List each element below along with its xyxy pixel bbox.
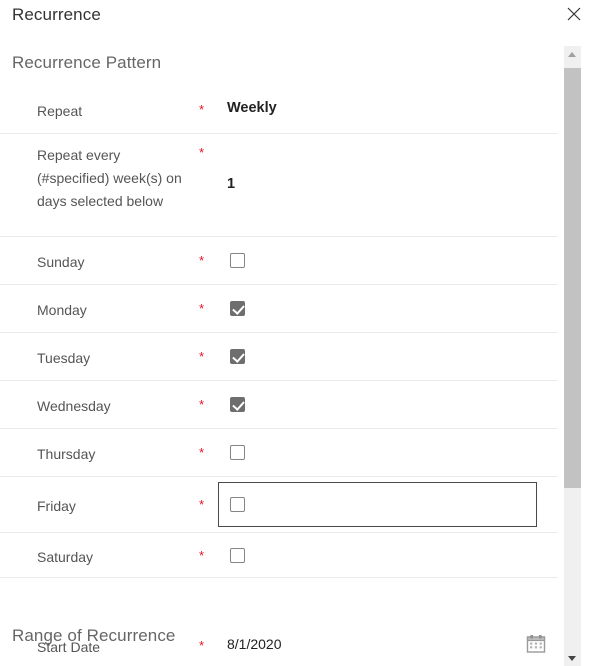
close-button[interactable] [558, 0, 590, 28]
required-asterisk: * [199, 145, 205, 160]
field-label-friday: Friday [37, 498, 76, 514]
field-label-thursday: Thursday [37, 446, 96, 462]
field-row-sunday: Sunday * [0, 237, 558, 285]
field-label-monday: Monday [37, 302, 87, 318]
required-asterisk: * [199, 638, 205, 653]
field-row-friday: Friday * [0, 477, 558, 533]
required-asterisk: * [199, 349, 205, 364]
required-asterisk: * [199, 397, 205, 412]
required-asterisk: * [199, 445, 205, 460]
checkbox-saturday[interactable] [230, 548, 245, 563]
required-asterisk: * [199, 253, 205, 268]
scrollbar-thumb[interactable] [564, 68, 581, 488]
field-row-repeat: Repeat * Weekly [0, 86, 558, 134]
field-label-tuesday: Tuesday [37, 350, 91, 366]
field-label-wednesday: Wednesday [37, 398, 111, 414]
checkbox-friday[interactable] [230, 497, 245, 512]
required-asterisk: * [199, 497, 205, 512]
section-heading-recurrence-pattern: Recurrence Pattern [12, 53, 162, 72]
field-label-saturday: Saturday [37, 549, 94, 565]
field-row-wednesday: Wednesday * [0, 381, 558, 429]
calendar-icon[interactable] [525, 633, 547, 655]
checkbox-wednesday[interactable] [230, 397, 245, 412]
recurrence-dialog: Recurrence Recurrence Pattern Repeat * W… [0, 0, 603, 666]
checkbox-thursday[interactable] [230, 445, 245, 460]
checkbox-monday[interactable] [230, 301, 245, 316]
scroll-down-button[interactable] [564, 649, 581, 666]
field-row-saturday: Saturday * [0, 533, 558, 578]
checkbox-tuesday[interactable] [230, 349, 245, 364]
field-value-start-date[interactable]: 8/1/2020 [227, 636, 282, 652]
close-icon [567, 7, 581, 21]
required-asterisk: * [199, 102, 205, 117]
dialog-scroll-region: Recurrence Pattern Repeat * Weekly Repea… [0, 40, 603, 666]
field-value-repeat[interactable]: Weekly [227, 100, 277, 116]
field-row-start-date: Start Date * 8/1/2020 [0, 622, 558, 666]
field-label-repeat: Repeat [37, 103, 83, 119]
scroll-up-button[interactable] [564, 46, 581, 63]
checkbox-sunday[interactable] [230, 253, 245, 268]
field-label-repeat-every: Repeat every (#specified) week(s) on day… [37, 147, 182, 209]
dialog-header: Recurrence [0, 0, 603, 40]
chevron-up-icon [568, 52, 576, 57]
field-value-repeat-every[interactable]: 1 [227, 176, 235, 192]
field-row-repeat-every: Repeat every (#specified) week(s) on day… [0, 134, 558, 237]
field-row-thursday: Thursday * [0, 429, 558, 477]
required-asterisk: * [199, 548, 205, 563]
field-label-start-date: Start Date [37, 639, 101, 655]
field-row-monday: Monday * [0, 285, 558, 333]
field-row-tuesday: Tuesday * [0, 333, 558, 381]
focused-value-cell-friday[interactable] [218, 482, 537, 527]
page-title: Recurrence [12, 5, 101, 24]
chevron-down-icon [568, 656, 576, 661]
field-label-sunday: Sunday [37, 254, 85, 270]
vertical-scrollbar[interactable] [564, 46, 581, 666]
required-asterisk: * [199, 301, 205, 316]
